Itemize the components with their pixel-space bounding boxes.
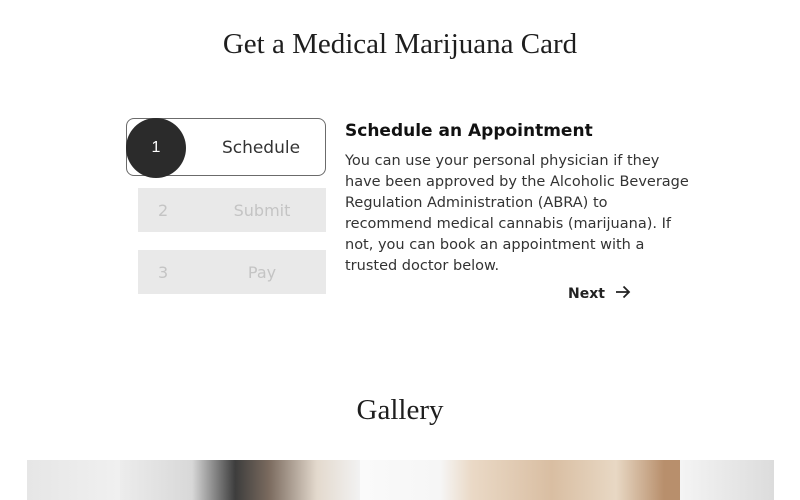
step-label: Submit	[233, 200, 291, 220]
step-number: 3	[158, 262, 169, 282]
next-label: Next	[568, 286, 605, 302]
step-label: Pay	[247, 262, 277, 282]
next-button[interactable]: Next	[568, 285, 631, 303]
arrow-right-icon	[615, 285, 631, 303]
content-heading: Schedule an Appointment	[345, 121, 593, 141]
gallery-image[interactable]	[680, 460, 774, 500]
steps-nav: 1 Schedule 2 Submit 3 Pay	[126, 118, 328, 294]
gallery-title: Gallery	[356, 394, 444, 426]
step-number: 1	[126, 118, 186, 178]
gallery-strip	[27, 460, 774, 500]
step-submit[interactable]: 2 Submit	[138, 188, 326, 232]
step-schedule[interactable]: 1 Schedule	[126, 118, 326, 178]
content-body: You can use your personal physician if t…	[345, 153, 689, 274]
step-label: Schedule	[221, 138, 301, 158]
step-pay[interactable]: 3 Pay	[138, 250, 326, 294]
gallery-image[interactable]	[360, 460, 680, 500]
gallery-image[interactable]	[27, 460, 120, 500]
gallery-image[interactable]	[120, 460, 360, 500]
step-number: 2	[158, 200, 169, 220]
page-title: Get a Medical Marijuana Card	[222, 28, 578, 60]
step-content: Schedule an Appointment You can use your…	[345, 121, 695, 277]
